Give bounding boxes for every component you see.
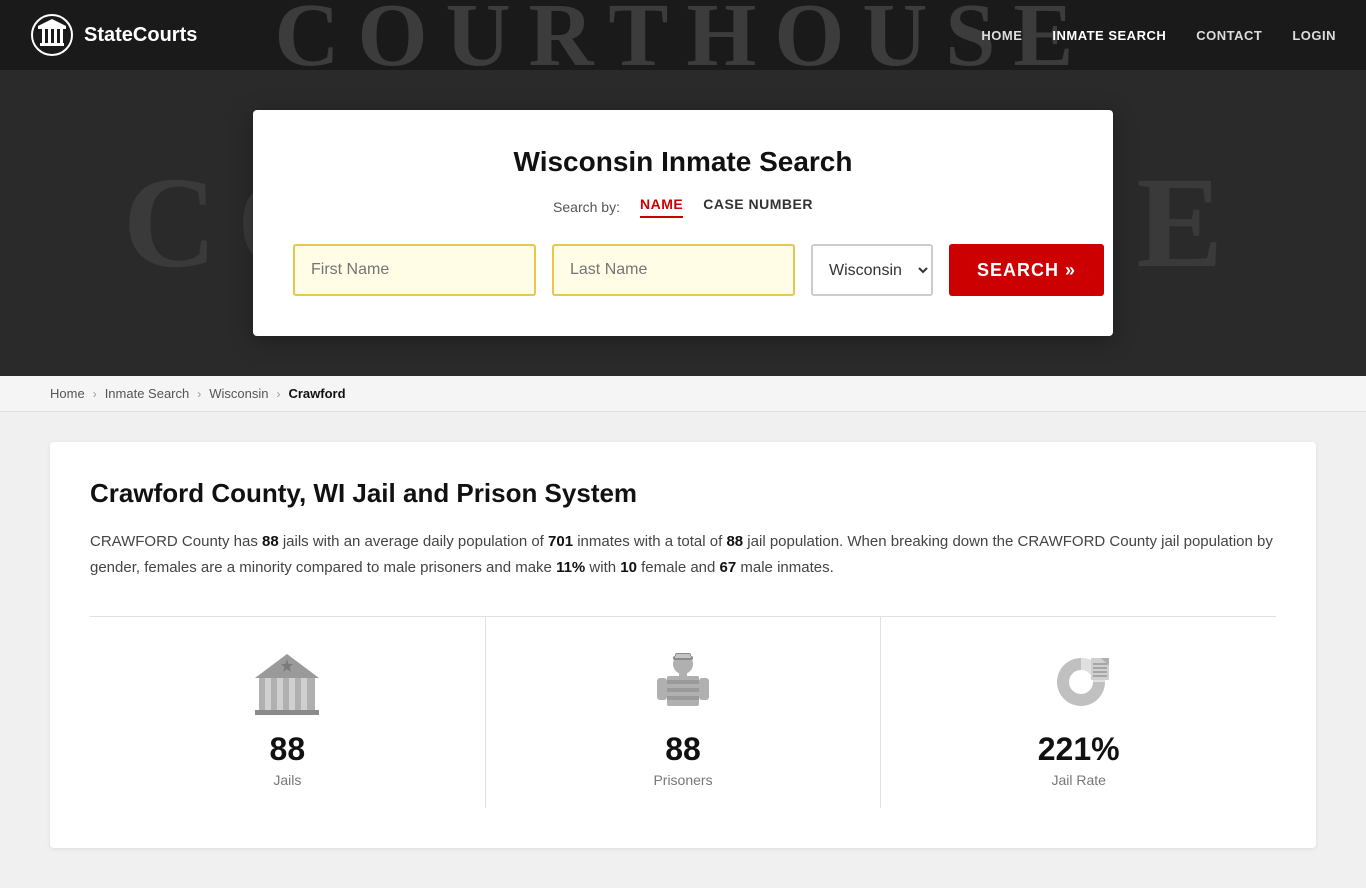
logo-icon bbox=[30, 13, 74, 57]
breadcrumb-crawford: Crawford bbox=[288, 386, 345, 401]
main-nav: HOME INMATE SEARCH CONTACT LOGIN bbox=[981, 28, 1336, 43]
search-by-label: Search by: bbox=[553, 199, 620, 215]
header: COURTHOUSE StateCourts HOME INMATE SEARC… bbox=[0, 0, 1366, 70]
last-name-input[interactable] bbox=[552, 244, 795, 296]
search-button[interactable]: SEARCH » bbox=[949, 244, 1104, 296]
nav-inmate-search[interactable]: INMATE SEARCH bbox=[1052, 28, 1166, 43]
breadcrumb: Home › Inmate Search › Wisconsin › Crawf… bbox=[0, 376, 1366, 412]
tab-name[interactable]: NAME bbox=[640, 196, 683, 218]
stats-row: 88 Jails bbox=[90, 616, 1276, 808]
jail-rate-svg bbox=[1043, 650, 1115, 715]
content-card: Crawford County, WI Jail and Prison Syst… bbox=[50, 442, 1316, 848]
breadcrumb-sep-3: › bbox=[276, 387, 280, 401]
tab-case-number[interactable]: CASE NUMBER bbox=[703, 196, 813, 218]
breadcrumb-inmate-search[interactable]: Inmate Search bbox=[105, 386, 190, 401]
search-inputs: Wisconsin Alabama Alaska Arizona Califor… bbox=[293, 244, 1073, 296]
first-name-input[interactable] bbox=[293, 244, 536, 296]
jails-svg bbox=[251, 650, 323, 715]
breadcrumb-sep-1: › bbox=[93, 387, 97, 401]
search-title: Wisconsin Inmate Search bbox=[293, 146, 1073, 178]
breadcrumb-home[interactable]: Home bbox=[50, 386, 85, 401]
jails-number: 88 bbox=[270, 731, 306, 768]
stat-prisoners: 88 Prisoners bbox=[486, 617, 882, 808]
stat-jail-rate: 221% Jail Rate bbox=[881, 617, 1276, 808]
main-content: Crawford County, WI Jail and Prison Syst… bbox=[0, 412, 1366, 888]
breadcrumb-sep-2: › bbox=[197, 387, 201, 401]
jail-rate-number: 221% bbox=[1038, 731, 1120, 768]
nav-home[interactable]: HOME bbox=[981, 28, 1022, 43]
logo[interactable]: StateCourts bbox=[30, 13, 197, 57]
prisoners-label: Prisoners bbox=[653, 772, 712, 788]
hero-section: COURTHOUSE Wisconsin Inmate Search Searc… bbox=[0, 70, 1366, 376]
search-by-row: Search by: NAME CASE NUMBER bbox=[293, 196, 1073, 218]
prisoners-svg bbox=[647, 650, 719, 715]
logo-text: StateCourts bbox=[84, 24, 197, 47]
jail-rate-icon bbox=[1039, 647, 1119, 717]
search-card: Wisconsin Inmate Search Search by: NAME … bbox=[253, 110, 1113, 336]
stat-jails: 88 Jails bbox=[90, 617, 486, 808]
content-title: Crawford County, WI Jail and Prison Syst… bbox=[90, 478, 1276, 509]
jail-rate-label: Jail Rate bbox=[1051, 772, 1105, 788]
state-select[interactable]: Wisconsin Alabama Alaska Arizona Califor… bbox=[811, 244, 933, 296]
breadcrumb-wisconsin[interactable]: Wisconsin bbox=[209, 386, 268, 401]
content-description: CRAWFORD County has 88 jails with an ave… bbox=[90, 529, 1276, 580]
jails-label: Jails bbox=[273, 772, 301, 788]
jails-icon bbox=[247, 647, 327, 717]
nav-contact[interactable]: CONTACT bbox=[1196, 28, 1262, 43]
nav-login[interactable]: LOGIN bbox=[1292, 28, 1336, 43]
prisoners-number: 88 bbox=[665, 731, 701, 768]
prisoners-icon bbox=[643, 647, 723, 717]
